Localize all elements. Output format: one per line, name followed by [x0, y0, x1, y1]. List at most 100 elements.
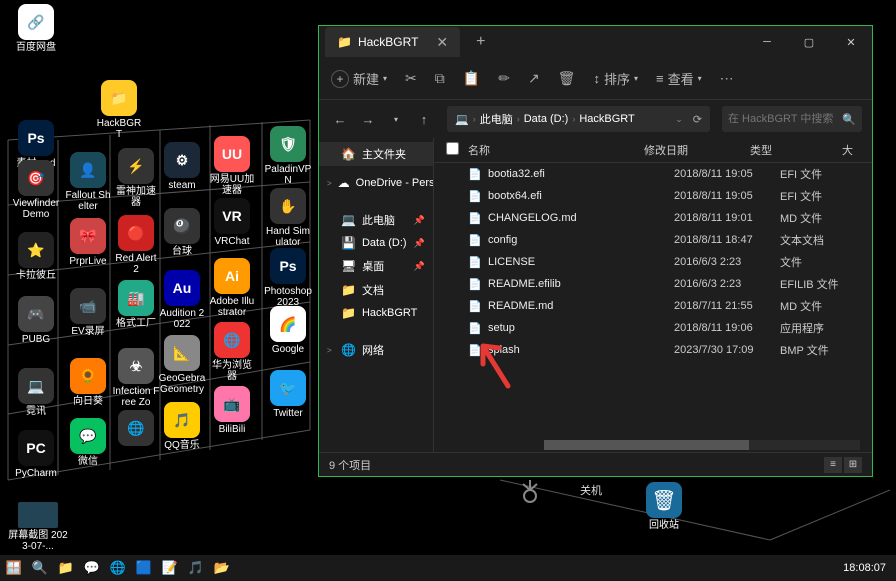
sidebar-item[interactable]: >🌐网络	[319, 338, 433, 362]
rename-icon[interactable]: ✏	[498, 70, 510, 87]
search-box[interactable]: 🔍	[722, 106, 862, 132]
col-type[interactable]: 类型	[750, 142, 842, 158]
sidebar-item[interactable]: 📁文档	[319, 278, 433, 302]
taskbar-item[interactable]: 🌐	[106, 557, 130, 579]
select-all-checkbox[interactable]	[446, 142, 459, 155]
desktop-icon[interactable]: 📁HackBGRT	[95, 80, 143, 140]
desktop-icon[interactable]: 🏭格式工厂	[112, 280, 160, 329]
desktop-icon[interactable]: ⚙steam	[158, 142, 206, 191]
file-row[interactable]: 📄bootx64.efi2018/8/11 19:05EFI 文件	[434, 185, 872, 207]
sort-button[interactable]: ↕ 排序 ▾	[593, 69, 638, 88]
view-button[interactable]: ≡ 查看 ▾	[656, 69, 702, 88]
taskbar-item[interactable]: 🪟	[2, 557, 26, 579]
paste-icon[interactable]: 📋	[463, 70, 480, 87]
history-button[interactable]: ▾	[385, 108, 407, 130]
desktop-icon[interactable]: 🌈Google	[264, 306, 312, 355]
up-button[interactable]: ↑	[413, 108, 435, 130]
search-icon[interactable]: 🔍	[842, 113, 856, 126]
file-row[interactable]: 📄README.md2018/7/11 21:55MD 文件	[434, 295, 872, 317]
close-button[interactable]: ✕	[830, 26, 872, 58]
file-name: setup	[488, 322, 674, 334]
desktop-icon[interactable]: 🎯Viewfinder Demo	[12, 160, 60, 220]
desktop-icon[interactable]: 👤Fallout Shelter	[64, 152, 112, 212]
back-button[interactable]: ←	[329, 108, 351, 130]
desktop-icon[interactable]: 🎱台球	[158, 208, 206, 257]
crumb-2[interactable]: HackBGRT	[579, 113, 634, 125]
desktop-icon[interactable]: 🔴Red Alert 2	[112, 215, 160, 275]
clock[interactable]: 18:08:07	[833, 562, 896, 574]
breadcrumb[interactable]: 💻 › 此电脑 › Data (D:) › HackBGRT ⌄ ⟳	[447, 106, 710, 132]
desktop-icon[interactable]: AuAudition 2022	[158, 270, 206, 330]
file-row[interactable]: 📄CHANGELOG.md2018/8/11 19:01MD 文件	[434, 207, 872, 229]
file-row[interactable]: 📄setup2018/8/11 19:06应用程序	[434, 317, 872, 339]
taskbar-item[interactable]: 🟦	[132, 557, 156, 579]
desktop-icon[interactable]: 💬微信	[64, 418, 112, 467]
col-name[interactable]: 名称	[468, 142, 644, 158]
sidebar-item[interactable]: 💻此电脑📌	[319, 208, 433, 232]
taskbar-item[interactable]: 📂	[210, 557, 234, 579]
desktop-icon[interactable]: 📐GeoGebra Geometry	[158, 335, 206, 395]
screenshot-file[interactable]: 屏幕截图 2023-07-...	[8, 502, 68, 552]
desktop-icon[interactable]: 🎀PrprLive	[64, 218, 112, 267]
desktop-icon[interactable]: AiAdobe Illustrator	[208, 258, 256, 318]
sidebar-item[interactable]: 📁HackBGRT	[319, 302, 433, 324]
chevron-down-icon[interactable]: ⌄	[675, 114, 683, 125]
taskbar-item[interactable]: 🔍	[28, 557, 52, 579]
desktop-icon[interactable]: 🎮PUBG	[12, 296, 60, 345]
desktop-icon[interactable]: 🔗百度网盘	[12, 4, 60, 53]
desktop-icon[interactable]: 📺BiliBili	[208, 386, 256, 435]
desktop-icon[interactable]: PCPyCharm	[12, 430, 60, 479]
cut-icon[interactable]: ✂	[405, 70, 417, 87]
desktop-icon[interactable]: ⚡雷神加速器	[112, 148, 160, 208]
taskbar-item[interactable]: 📝	[158, 557, 182, 579]
recycle-bin[interactable]: 🗑 回收站	[640, 482, 688, 531]
crumb-0[interactable]: 此电脑	[480, 111, 513, 127]
desktop-icon[interactable]: 💻霓讯	[12, 368, 60, 417]
minimize-button[interactable]: ─	[746, 26, 788, 58]
sidebar-item[interactable]: 🏠主文件夹	[319, 142, 433, 166]
file-row[interactable]: 📄bootia32.efi2018/8/11 19:05EFI 文件	[434, 163, 872, 185]
delete-icon[interactable]: 🗑	[558, 70, 576, 87]
file-row[interactable]: 📄splash2023/7/30 17:09BMP 文件	[434, 339, 872, 361]
file-row[interactable]: 📄LICENSE2016/6/3 2:23文件	[434, 251, 872, 273]
desktop-icon[interactable]: 🌐	[112, 410, 160, 448]
copy-icon[interactable]: ⧉	[435, 70, 445, 87]
sidebar-item[interactable]: 💾Data (D:)📌	[319, 232, 433, 254]
desktop-icon[interactable]: 📹EV录屏	[64, 288, 112, 337]
desktop-icon[interactable]: 🌻向日葵	[64, 358, 112, 407]
sidebar-item[interactable]: 🖥桌面📌	[319, 254, 433, 278]
tab-close[interactable]: ✕	[436, 34, 448, 51]
desktop-icon[interactable]: ☣Infection Free Zo	[112, 348, 160, 408]
taskbar-item[interactable]: 📁	[54, 557, 78, 579]
maximize-button[interactable]: ▢	[788, 26, 830, 58]
desktop-icon[interactable]: 🛡PaladinVPN	[264, 126, 312, 186]
forward-button[interactable]: →	[357, 108, 379, 130]
crumb-1[interactable]: Data (D:)	[524, 113, 569, 125]
desktop-icon[interactable]: PsPhotoshop 2023	[264, 248, 312, 308]
h-scrollbar[interactable]	[544, 440, 860, 450]
desktop-icon[interactable]: VRVRChat	[208, 198, 256, 247]
more-icon[interactable]: ⋯	[720, 70, 734, 87]
view-grid[interactable]: ⊞	[844, 457, 862, 473]
desktop-icon[interactable]: 🎵QQ音乐	[158, 402, 206, 451]
taskbar-item[interactable]: 🎵	[184, 557, 208, 579]
new-tab[interactable]: +	[476, 33, 485, 51]
new-button[interactable]: +新建▾	[331, 69, 387, 88]
view-details[interactable]: ≡	[824, 457, 842, 473]
desktop-icon[interactable]: 🐦Twitter	[264, 370, 312, 419]
desktop-icon[interactable]: UU网易UU加速器	[208, 136, 256, 196]
refresh-icon[interactable]: ⟳	[693, 113, 702, 126]
tab[interactable]: 📁 HackBGRT ✕	[325, 27, 460, 57]
file-row[interactable]: 📄config2018/8/11 18:47文本文档	[434, 229, 872, 251]
desktop-icon[interactable]: ⭐卡拉彼丘	[12, 232, 60, 281]
col-date[interactable]: 修改日期	[644, 142, 750, 158]
search-input[interactable]	[728, 113, 842, 125]
col-size[interactable]: 大	[842, 142, 872, 158]
desktop-icon[interactable]: ✋Hand Simulator	[264, 188, 312, 248]
taskbar-item[interactable]: 💬	[80, 557, 104, 579]
sidebar-item[interactable]: >☁OneDrive - Person	[319, 172, 433, 194]
share-icon[interactable]: ↗	[528, 70, 540, 87]
icon-label: VRChat	[208, 236, 256, 247]
desktop-icon[interactable]: 🌐华为浏览器	[208, 322, 256, 382]
file-row[interactable]: 📄README.efilib2016/6/3 2:23EFILIB 文件	[434, 273, 872, 295]
